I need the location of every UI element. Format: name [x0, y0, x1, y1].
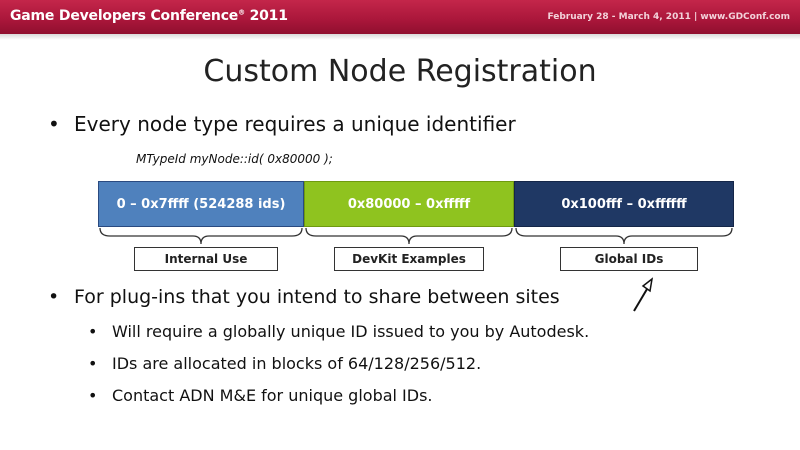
range-label-internal-use: Internal Use [134, 247, 278, 271]
range-label-devkit-examples: DevKit Examples [334, 247, 484, 271]
sub-bullet-dot: • [88, 386, 98, 405]
arrow-icon [633, 277, 654, 312]
diagram-overlay [99, 227, 733, 312]
bullet-dot: • [48, 286, 60, 308]
sub-bullet-global-id: • Will require a globally unique ID issue… [88, 322, 589, 341]
sub-bullet-text: Will require a globally unique ID issued… [112, 322, 590, 341]
sub-bullet-contact: • Contact ADN M&E for unique global IDs. [88, 386, 433, 405]
sub-bullet-dot: • [88, 322, 98, 341]
sub-bullet-text: IDs are allocated in blocks of 64/128/25… [112, 354, 482, 373]
brace-global [515, 227, 733, 245]
sub-bullet-blocks: • IDs are allocated in blocks of 64/128/2… [88, 354, 481, 373]
bullet-text: For plug-ins that you intend to share be… [74, 286, 560, 308]
sub-bullet-text: Contact ADN M&E for unique global IDs. [112, 386, 433, 405]
range-label-global-ids: Global IDs [560, 247, 698, 271]
bullet-plugins-sharing: • For plug-ins that you intend to share b… [48, 286, 560, 308]
sub-bullet-dot: • [88, 354, 98, 373]
brace-internal [99, 227, 303, 245]
brace-devkit [305, 227, 513, 245]
